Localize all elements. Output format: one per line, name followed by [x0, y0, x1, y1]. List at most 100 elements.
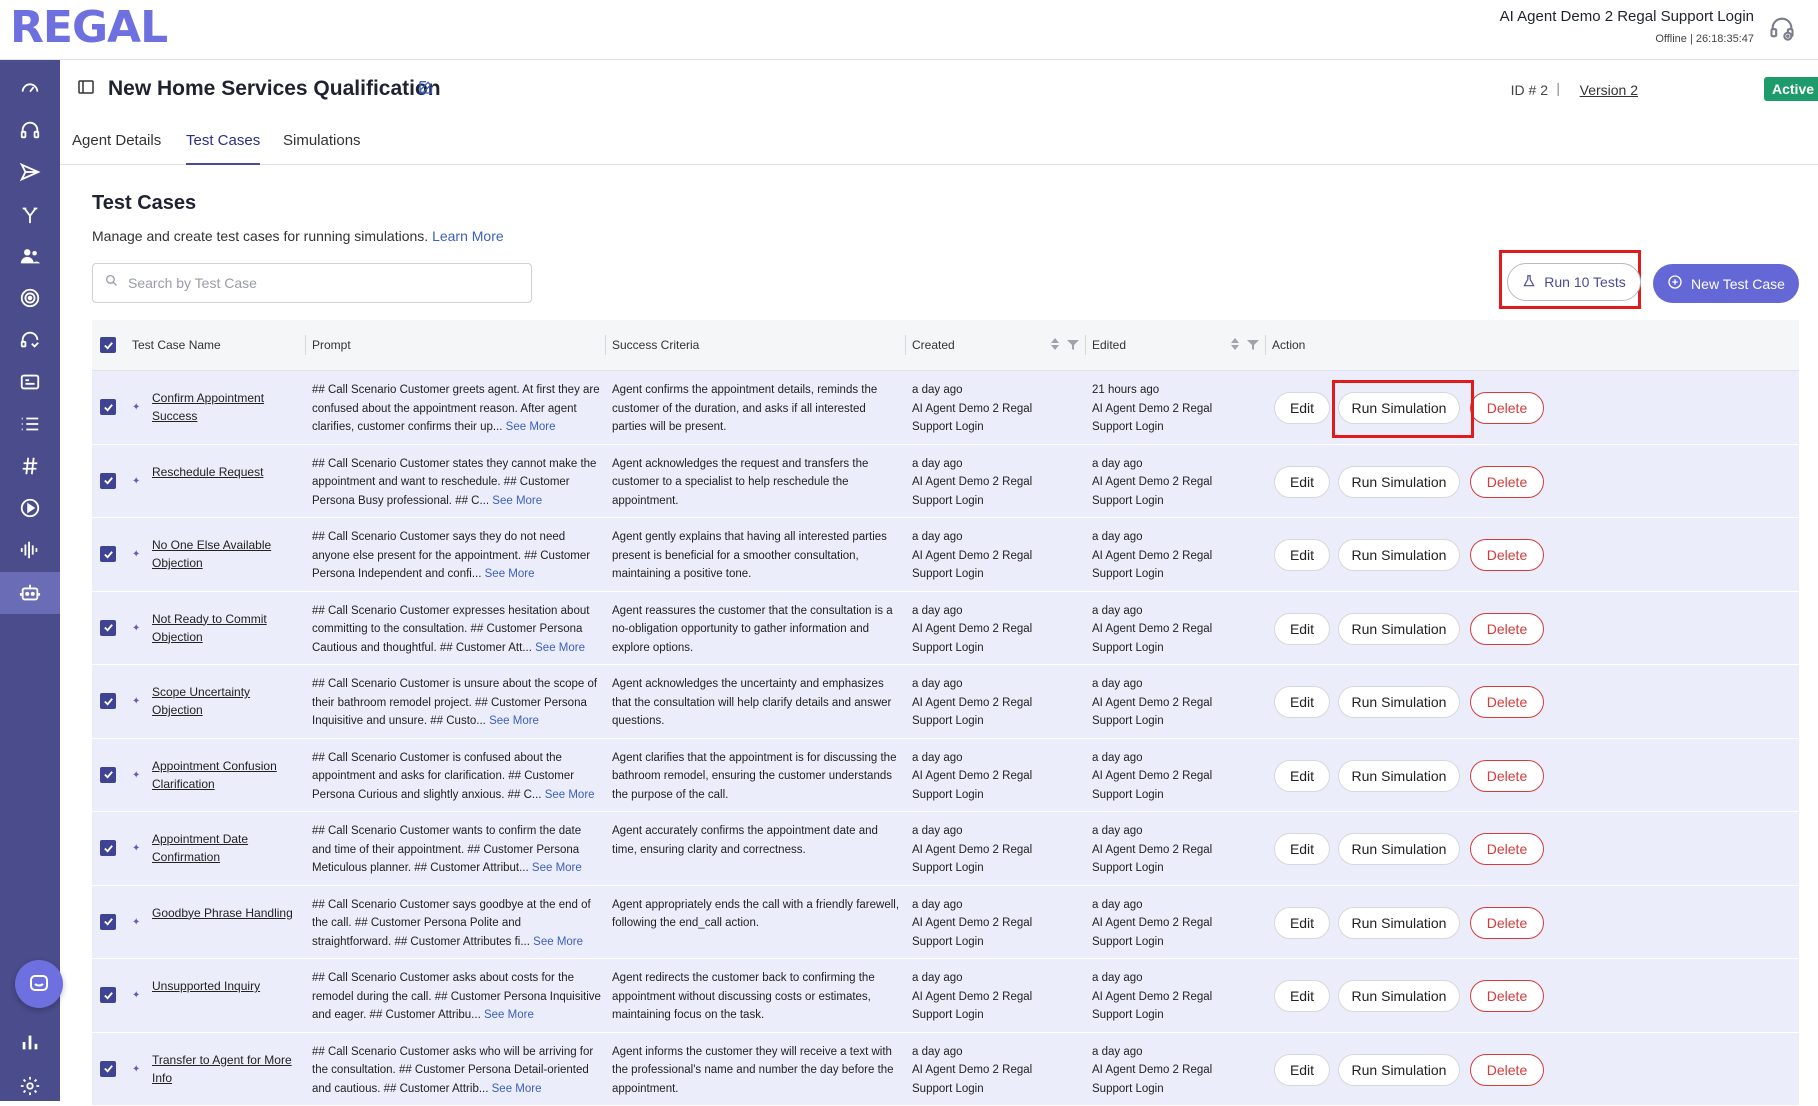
test-case-name-link[interactable]: Goodbye Phrase Handling: [152, 904, 302, 922]
run-simulation-button[interactable]: Run Simulation: [1338, 980, 1460, 1012]
edit-button[interactable]: Edit: [1274, 1054, 1330, 1086]
user-info[interactable]: AI Agent Demo 2 Regal Support Login Offl…: [1500, 8, 1754, 45]
delete-button[interactable]: Delete: [1470, 392, 1544, 424]
row-checkbox[interactable]: [100, 546, 116, 562]
row-checkbox[interactable]: [100, 620, 116, 636]
list-icon[interactable]: [12, 406, 48, 442]
delete-button[interactable]: Delete: [1470, 980, 1544, 1012]
run-simulation-button[interactable]: Run Simulation: [1338, 907, 1460, 939]
delete-button[interactable]: Delete: [1470, 466, 1544, 498]
header-created[interactable]: Created: [912, 338, 955, 352]
learn-more-link[interactable]: Learn More: [432, 228, 504, 244]
select-all-checkbox[interactable]: [100, 337, 116, 353]
run-simulation-button[interactable]: Run Simulation: [1338, 833, 1460, 865]
test-case-name-link[interactable]: Scope Uncertainty Objection: [152, 683, 302, 719]
sort-icon[interactable]: [1230, 337, 1240, 356]
tab-simulations[interactable]: Simulations: [283, 132, 361, 165]
row-checkbox[interactable]: [100, 767, 116, 783]
see-more-link[interactable]: See More: [532, 862, 582, 874]
header-edited[interactable]: Edited: [1092, 338, 1126, 352]
gear-icon[interactable]: [12, 1068, 48, 1104]
see-more-link[interactable]: See More: [533, 936, 583, 948]
delete-button[interactable]: Delete: [1470, 686, 1544, 718]
see-more-link[interactable]: See More: [545, 789, 595, 801]
test-case-name-link[interactable]: Confirm Appointment Success: [152, 389, 302, 425]
headset-icon[interactable]: [12, 112, 48, 148]
header-prompt[interactable]: Prompt: [312, 338, 351, 352]
row-checkbox[interactable]: [100, 399, 116, 415]
delete-button[interactable]: Delete: [1470, 539, 1544, 571]
send-icon[interactable]: [12, 154, 48, 190]
test-case-name-link[interactable]: No One Else Available Objection: [152, 536, 302, 572]
sort-icon[interactable]: [1050, 337, 1060, 356]
run-simulation-button[interactable]: Run Simulation: [1338, 1054, 1460, 1086]
edit-button[interactable]: Edit: [1274, 539, 1330, 571]
edit-button[interactable]: Edit: [1274, 466, 1330, 498]
see-more-link[interactable]: See More: [492, 495, 542, 507]
see-more-link[interactable]: See More: [489, 715, 539, 727]
see-more-link[interactable]: See More: [484, 1009, 534, 1021]
edit-title-icon[interactable]: [418, 79, 434, 100]
new-test-case-button[interactable]: New Test Case: [1653, 264, 1799, 303]
waveform-icon[interactable]: [12, 532, 48, 568]
see-more-link[interactable]: See More: [506, 421, 556, 433]
test-case-name-link[interactable]: Appointment Date Confirmation: [152, 830, 302, 866]
filter-icon[interactable]: [1067, 338, 1079, 356]
tab-test-cases[interactable]: Test Cases: [186, 132, 260, 165]
edit-button[interactable]: Edit: [1274, 686, 1330, 718]
row-checkbox[interactable]: [100, 693, 116, 709]
filter-icon[interactable]: [1247, 338, 1259, 356]
phone-support-icon[interactable]: [12, 322, 48, 358]
run-simulation-button[interactable]: Run Simulation: [1338, 539, 1460, 571]
version-link[interactable]: Version 2: [1580, 82, 1638, 98]
delete-button[interactable]: Delete: [1470, 613, 1544, 645]
branch-icon[interactable]: [12, 196, 48, 232]
delete-button[interactable]: Delete: [1470, 1054, 1544, 1086]
tab-agent-details[interactable]: Agent Details: [72, 132, 161, 165]
edit-button[interactable]: Edit: [1274, 980, 1330, 1012]
edit-button[interactable]: Edit: [1274, 392, 1330, 424]
dashboard-icon[interactable]: [12, 70, 48, 106]
delete-button[interactable]: Delete: [1470, 907, 1544, 939]
regal-logo[interactable]: REGAL: [10, 2, 167, 53]
hash-icon[interactable]: [12, 448, 48, 484]
delete-button[interactable]: Delete: [1470, 833, 1544, 865]
bar-chart-icon[interactable]: [12, 1024, 48, 1060]
test-case-name-link[interactable]: Not Ready to Commit Objection: [152, 610, 302, 646]
test-case-name-link[interactable]: Transfer to Agent for More Info: [152, 1051, 302, 1087]
header-test-case-name[interactable]: Test Case Name: [132, 338, 221, 352]
row-checkbox[interactable]: [100, 840, 116, 856]
users-icon[interactable]: [12, 238, 48, 274]
see-more-link[interactable]: See More: [492, 1083, 542, 1095]
edit-button[interactable]: Edit: [1274, 907, 1330, 939]
target-icon[interactable]: [12, 280, 48, 316]
delete-button[interactable]: Delete: [1470, 760, 1544, 792]
row-checkbox[interactable]: [100, 914, 116, 930]
row-checkbox[interactable]: [100, 1061, 116, 1077]
headset-icon[interactable]: [1768, 14, 1796, 42]
card-icon[interactable]: [12, 364, 48, 400]
search-input[interactable]: [128, 275, 508, 291]
chat-support-icon[interactable]: [15, 960, 63, 1008]
edit-button[interactable]: Edit: [1274, 760, 1330, 792]
test-case-name-link[interactable]: Unsupported Inquiry: [152, 977, 302, 995]
edit-button[interactable]: Edit: [1274, 613, 1330, 645]
run-simulation-button[interactable]: Run Simulation: [1338, 613, 1460, 645]
see-more-link[interactable]: See More: [485, 568, 535, 580]
edit-button[interactable]: Edit: [1274, 833, 1330, 865]
header-success-criteria[interactable]: Success Criteria: [612, 338, 699, 352]
panel-toggle-icon[interactable]: [78, 80, 94, 99]
robot-icon[interactable]: [0, 572, 60, 614]
row-checkbox[interactable]: [100, 473, 116, 489]
row-checkbox[interactable]: [100, 987, 116, 1003]
run-simulation-button[interactable]: Run Simulation: [1338, 466, 1460, 498]
run-tests-button[interactable]: Run 10 Tests: [1507, 263, 1641, 301]
test-case-name-link[interactable]: Reschedule Request: [152, 463, 302, 481]
search-box[interactable]: [92, 263, 532, 303]
test-case-name-link[interactable]: Appointment Confusion Clarification: [152, 757, 302, 793]
created-cell: a day agoAI Agent Demo 2 Regal Support L…: [912, 675, 1052, 731]
play-icon[interactable]: [12, 490, 48, 526]
run-simulation-button[interactable]: Run Simulation: [1338, 760, 1460, 792]
see-more-link[interactable]: See More: [535, 642, 585, 654]
run-simulation-button[interactable]: Run Simulation: [1338, 686, 1460, 718]
